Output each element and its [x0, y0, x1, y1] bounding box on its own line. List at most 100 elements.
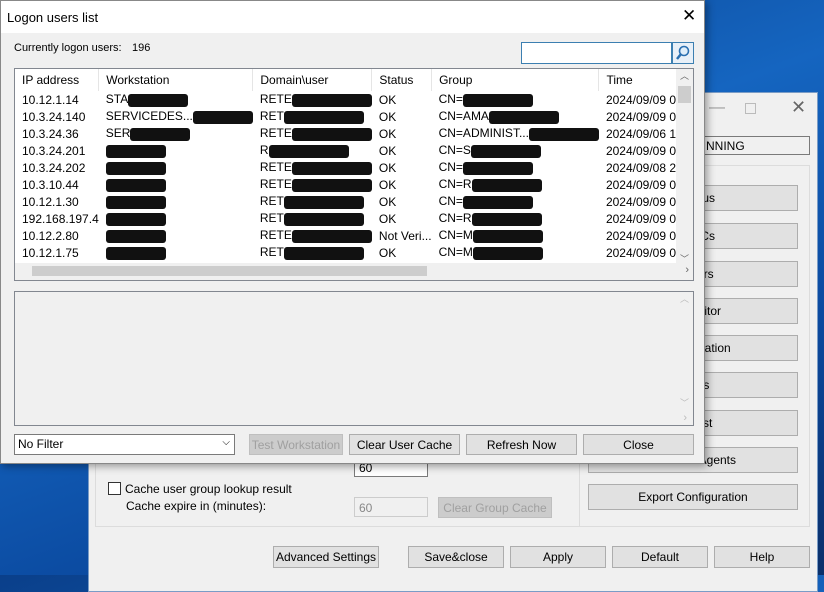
table-cell: CN=R	[432, 176, 599, 193]
clear-user-cache-button[interactable]: Clear User Cache	[349, 434, 460, 455]
redaction-mark	[488, 110, 559, 124]
table-cell: R	[253, 142, 372, 159]
save-close-button[interactable]: Save&close	[408, 546, 504, 568]
cell-text: RETE	[259, 160, 292, 175]
table-cell: STA	[99, 91, 253, 108]
table-cell: 10.12.2.80	[15, 227, 99, 244]
cell-text: RET	[259, 194, 284, 209]
test-workstation-button[interactable]: Test Workstation	[249, 434, 343, 455]
table-cell	[99, 142, 253, 159]
cell-text: R	[259, 143, 269, 158]
filter-select[interactable]: No Filter ⌵	[14, 434, 235, 455]
cell-text: RET	[259, 109, 284, 124]
cell-text: 10.3.24.36	[22, 126, 79, 141]
details-scrollbar[interactable]: ︿ ﹀	[676, 292, 693, 409]
horizontal-scrollbar[interactable]: ›	[15, 263, 693, 280]
redaction-mark	[192, 110, 253, 124]
details-box[interactable]: ︿ ﹀ ›	[14, 291, 694, 426]
users-list[interactable]: IP address Workstation Domain\user Status Gr…	[14, 68, 694, 281]
redaction-mark	[283, 212, 364, 226]
refresh-now-button[interactable]: Refresh Now	[466, 434, 577, 455]
table-cell	[99, 176, 253, 193]
table-row[interactable]: 192.168.197.4RETOKCN=R2024/09/09 09:19:4…	[15, 210, 693, 227]
table-cell: Not Veri...	[372, 227, 432, 244]
cell-text: CN=	[438, 160, 463, 175]
redaction-mark	[291, 93, 372, 107]
table-row[interactable]: 10.12.1.75RETOKCN=M2024/09/09 09:15:43Ev…	[15, 244, 693, 261]
cell-text: SERVICEDES...	[105, 109, 193, 124]
table-cell: CN=	[432, 91, 599, 108]
cell-text: OK	[378, 245, 397, 260]
h-scroll-thumb[interactable]	[32, 266, 427, 276]
table-cell	[99, 244, 253, 261]
table-cell: RET	[253, 193, 372, 210]
redaction-mark	[105, 144, 166, 158]
table-row[interactable]: 10.12.1.30RETOKCN=2024/09/09 09:21:09Eve…	[15, 193, 693, 210]
table-cell: CN=M	[432, 244, 599, 261]
vertical-scrollbar[interactable]: ︿ ﹀	[676, 69, 693, 265]
redaction-mark	[283, 246, 364, 260]
cell-text: OK	[378, 177, 397, 192]
redaction-mark	[128, 93, 189, 107]
table-cell: CN=ADMINIST...	[432, 125, 599, 142]
clear-group-cache-button[interactable]: Clear Group Cache	[438, 497, 552, 518]
close-icon[interactable]: ✕	[791, 97, 806, 118]
table-cell: OK	[372, 176, 432, 193]
minimize-icon[interactable]: —	[709, 99, 725, 117]
default-button[interactable]: Default	[612, 546, 708, 568]
advanced-settings-button[interactable]: Advanced Settings	[273, 546, 379, 568]
close-icon[interactable]: ✕	[682, 6, 696, 26]
cell-text: 10.12.1.30	[22, 194, 79, 209]
cell-text: CN=R	[438, 177, 472, 192]
table-cell	[99, 210, 253, 227]
cell-text: CN=R	[438, 211, 472, 226]
redaction-mark	[462, 161, 533, 175]
cache-expire-label: Cache expire in (minutes):	[126, 499, 267, 513]
cell-text: OK	[378, 160, 397, 175]
maximize-icon[interactable]	[745, 103, 756, 114]
close-button[interactable]: Close	[583, 434, 694, 455]
table-cell: 10.12.1.75	[15, 244, 99, 261]
table-row[interactable]: 10.12.2.80 RETE Not Veri... CN=M 2024/09/09 …	[15, 227, 693, 244]
cell-text: STA	[105, 92, 129, 107]
cell-text: RETE	[259, 126, 292, 141]
table-cell: OK	[372, 142, 432, 159]
table-row[interactable]: 10.3.24.201ROKCN=S2024/09/09 09:20:43Eve…	[15, 142, 693, 159]
logon-users-dialog: Logon users list ✕ Currently logon users…	[0, 0, 705, 464]
redaction-mark	[283, 110, 364, 124]
redaction-mark	[105, 229, 166, 243]
redaction-mark	[105, 246, 166, 260]
cache-expire-input[interactable]: 60	[354, 497, 428, 517]
cell-text: Not Veri...	[378, 228, 432, 243]
scroll-thumb[interactable]	[678, 86, 691, 103]
apply-button[interactable]: Apply	[510, 546, 606, 568]
table-row[interactable]: 10.3.24.140 SERVICEDES... RET OK CN=AMA 2024/…	[15, 108, 693, 125]
table-cell: 10.3.24.202	[15, 159, 99, 176]
cell-text: CN=ADMINIST...	[438, 126, 529, 141]
column-header[interactable]: IP address	[15, 69, 100, 91]
column-header[interactable]: Group	[431, 69, 600, 91]
table-row[interactable]: 10.3.24.36 SER RETE OK CN=ADMINIST... 2024/09…	[15, 125, 693, 142]
cell-text: RETE	[259, 92, 292, 107]
table-row[interactable]: 10.12.1.14STARETEOKCN=2024/09/09 09:19:1…	[15, 91, 693, 108]
search-input[interactable]	[521, 42, 672, 64]
cache-checkbox[interactable]	[108, 482, 121, 495]
cell-text: OK	[378, 143, 397, 158]
search-icon[interactable]	[672, 42, 694, 64]
cell-text: CN=S	[438, 143, 471, 158]
cell-text: 10.3.10.44	[22, 177, 79, 192]
export-configuration-button[interactable]: Export Configuration	[588, 484, 798, 510]
cell-text: CN=M	[438, 245, 473, 260]
table-cell: CN=AMA	[432, 108, 599, 125]
table-row[interactable]: 10.3.24.202RETEOKCN=2024/09/08 20:00:02E…	[15, 159, 693, 176]
column-header[interactable]: Status	[371, 69, 433, 91]
help-button[interactable]: Help	[714, 546, 810, 568]
table-cell: OK	[372, 108, 432, 125]
table-row[interactable]: 10.3.10.44RETEOKCN=R2024/09/09 09:21:09E…	[15, 176, 693, 193]
cell-text: 192.168.197.4	[22, 211, 99, 226]
title-bar	[1, 1, 704, 33]
redaction-mark	[291, 127, 372, 141]
table-cell: CN=S	[432, 142, 599, 159]
column-header[interactable]: Domain\user	[252, 69, 373, 91]
column-header[interactable]: Workstation	[98, 69, 254, 91]
